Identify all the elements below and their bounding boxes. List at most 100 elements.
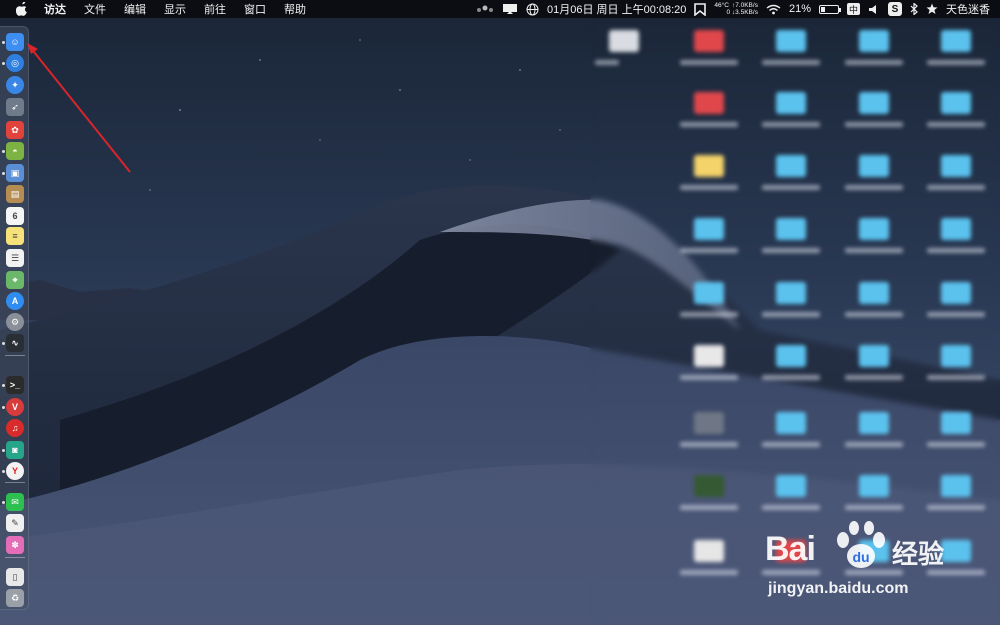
input-method-indicator[interactable]: 中 bbox=[846, 3, 860, 15]
paw-logo-icon: du bbox=[832, 520, 890, 577]
desktop-file-label bbox=[845, 505, 903, 510]
textedit-icon[interactable]: ✎ bbox=[6, 514, 24, 532]
desktop-file-label bbox=[762, 312, 820, 317]
desktop-file-label bbox=[762, 60, 820, 65]
vivaldi-icon[interactable]: V bbox=[6, 398, 24, 416]
safari-icon[interactable]: ✦ bbox=[6, 76, 24, 94]
input-method-label: 中 bbox=[848, 4, 858, 15]
watermark-suffix: 经验 bbox=[892, 539, 945, 569]
desktop-file-icon[interactable] bbox=[941, 475, 971, 497]
running-indicator bbox=[2, 150, 5, 153]
bluetooth-icon[interactable] bbox=[910, 2, 918, 16]
desktop-file-icon[interactable] bbox=[694, 475, 724, 497]
desktop-file-icon[interactable] bbox=[941, 92, 971, 114]
desktop-file-icon[interactable] bbox=[859, 30, 889, 52]
desktop-file-icon[interactable] bbox=[694, 155, 724, 177]
bookmark-app-icon[interactable] bbox=[694, 2, 707, 16]
app-red-icon[interactable]: ✿ bbox=[6, 121, 24, 139]
desktop-file-icon[interactable] bbox=[941, 155, 971, 177]
desktop-file-icon[interactable] bbox=[776, 218, 806, 240]
maps-icon[interactable]: ⌖ bbox=[6, 271, 24, 289]
desktop-file-icon[interactable] bbox=[694, 282, 724, 304]
desktop-file-label bbox=[680, 312, 738, 317]
running-indicator bbox=[2, 41, 5, 44]
desktop-file-icon[interactable] bbox=[859, 412, 889, 434]
trash-icon[interactable]: ♻ bbox=[6, 589, 24, 607]
svg-text:du: du bbox=[852, 549, 869, 565]
desktop-file-icon[interactable] bbox=[859, 218, 889, 240]
desktop-file-icon[interactable] bbox=[694, 218, 724, 240]
desktop-file-icon[interactable] bbox=[776, 92, 806, 114]
terminal-icon[interactable]: >_ bbox=[6, 376, 24, 394]
menu-app-finder[interactable]: 访达 bbox=[44, 1, 66, 17]
star-icon[interactable] bbox=[926, 2, 938, 16]
wifi-icon[interactable] bbox=[766, 2, 781, 16]
dots-status-icon[interactable] bbox=[476, 2, 494, 16]
battery-percent[interactable]: 21% bbox=[789, 3, 811, 15]
menu-edit[interactable]: 编辑 bbox=[124, 1, 146, 17]
app-teal-icon[interactable]: ◙ bbox=[6, 441, 24, 459]
desktop-file-icon[interactable] bbox=[776, 475, 806, 497]
dock: ☺ ◎ ✦ ➶ ✿ ◓ ▣ ▤ 6 ≡ ☰ ⌖ A ⚙ ∿ >_ V ♫ ◙ Y ✉ ✎ ✽ ▯ ♻ bbox=[0, 26, 29, 610]
desktop-file-label bbox=[927, 442, 985, 447]
desktop-file-icon[interactable] bbox=[776, 345, 806, 367]
wechat-icon[interactable]: ✉ bbox=[6, 493, 24, 511]
clock-datetime[interactable]: 01月06日 周日 上午00:08:20 bbox=[547, 1, 686, 17]
menu-go[interactable]: 前往 bbox=[204, 1, 226, 17]
battery-icon[interactable] bbox=[818, 4, 841, 14]
finder-icon[interactable]: ☺ bbox=[6, 33, 24, 51]
system-monitor-readout[interactable]: 46°C ↑7.0KB/s 0 ↓3.5KB/s bbox=[714, 2, 758, 16]
safari-compass-icon[interactable]: ◎ bbox=[6, 54, 24, 72]
desktop-file-label bbox=[762, 442, 820, 447]
menu-file[interactable]: 文件 bbox=[84, 1, 106, 17]
s-app-icon[interactable]: S bbox=[888, 2, 902, 16]
volume-icon[interactable] bbox=[868, 2, 880, 16]
apple-menu-icon[interactable] bbox=[14, 2, 30, 16]
notes-brown-icon[interactable]: ▤ bbox=[6, 185, 24, 203]
notes-icon[interactable]: ≡ bbox=[6, 227, 24, 245]
app-store-icon[interactable]: A bbox=[6, 292, 24, 310]
android-icon[interactable]: ◓ bbox=[6, 142, 24, 160]
desktop-file-icon[interactable] bbox=[859, 475, 889, 497]
system-preferences-icon[interactable]: ⚙ bbox=[6, 313, 24, 331]
desktop-file-icon[interactable] bbox=[694, 412, 724, 434]
yandex-browser-icon[interactable]: Y bbox=[6, 462, 24, 480]
desktop-file-icon[interactable] bbox=[941, 412, 971, 434]
desktop-file-icon[interactable] bbox=[941, 30, 971, 52]
desktop-file-icon[interactable] bbox=[776, 155, 806, 177]
activity-monitor-icon[interactable]: ∿ bbox=[6, 334, 24, 352]
netease-music-icon[interactable]: ♫ bbox=[6, 419, 24, 437]
desktop-file-icon[interactable] bbox=[776, 282, 806, 304]
desktop-file-icon[interactable] bbox=[859, 155, 889, 177]
desktop-file-icon[interactable] bbox=[694, 540, 724, 562]
desktop-file-label bbox=[927, 122, 985, 127]
desktop-file-icon[interactable] bbox=[694, 30, 724, 52]
photos-icon[interactable]: ✽ bbox=[6, 536, 24, 554]
launchpad-rocket-icon[interactable]: ➶ bbox=[6, 98, 24, 116]
reminders-icon[interactable]: ☰ bbox=[6, 249, 24, 267]
menu-help[interactable]: 帮助 bbox=[284, 1, 306, 17]
desktop-file-icon[interactable] bbox=[941, 345, 971, 367]
display-mirror-icon[interactable] bbox=[502, 2, 518, 16]
document-icon[interactable]: ▯ bbox=[6, 568, 24, 586]
desktop-file-icon[interactable] bbox=[694, 92, 724, 114]
menu-view[interactable]: 显示 bbox=[164, 1, 186, 17]
calendar-icon[interactable]: 6 bbox=[6, 207, 24, 225]
desktop-file-icon[interactable] bbox=[776, 30, 806, 52]
desktop-file-icon[interactable] bbox=[859, 282, 889, 304]
desktop-file-icon[interactable] bbox=[694, 345, 724, 367]
desktop-file-icon[interactable] bbox=[609, 30, 639, 52]
desktop-file-icon[interactable] bbox=[859, 92, 889, 114]
desktop-file-label bbox=[595, 60, 619, 65]
desktop-file-icon[interactable] bbox=[776, 412, 806, 434]
globe-icon[interactable] bbox=[526, 2, 539, 16]
preview-icon[interactable]: ▣ bbox=[6, 164, 24, 182]
menu-window[interactable]: 窗口 bbox=[244, 1, 266, 17]
user-name[interactable]: 天色迷香 bbox=[946, 1, 990, 17]
desktop-file-icon[interactable] bbox=[941, 282, 971, 304]
desktop-file-label bbox=[762, 185, 820, 190]
desktop-file-label bbox=[680, 60, 738, 65]
desktop-file-icon[interactable] bbox=[859, 345, 889, 367]
desktop-file-label bbox=[680, 185, 738, 190]
desktop-file-icon[interactable] bbox=[941, 218, 971, 240]
